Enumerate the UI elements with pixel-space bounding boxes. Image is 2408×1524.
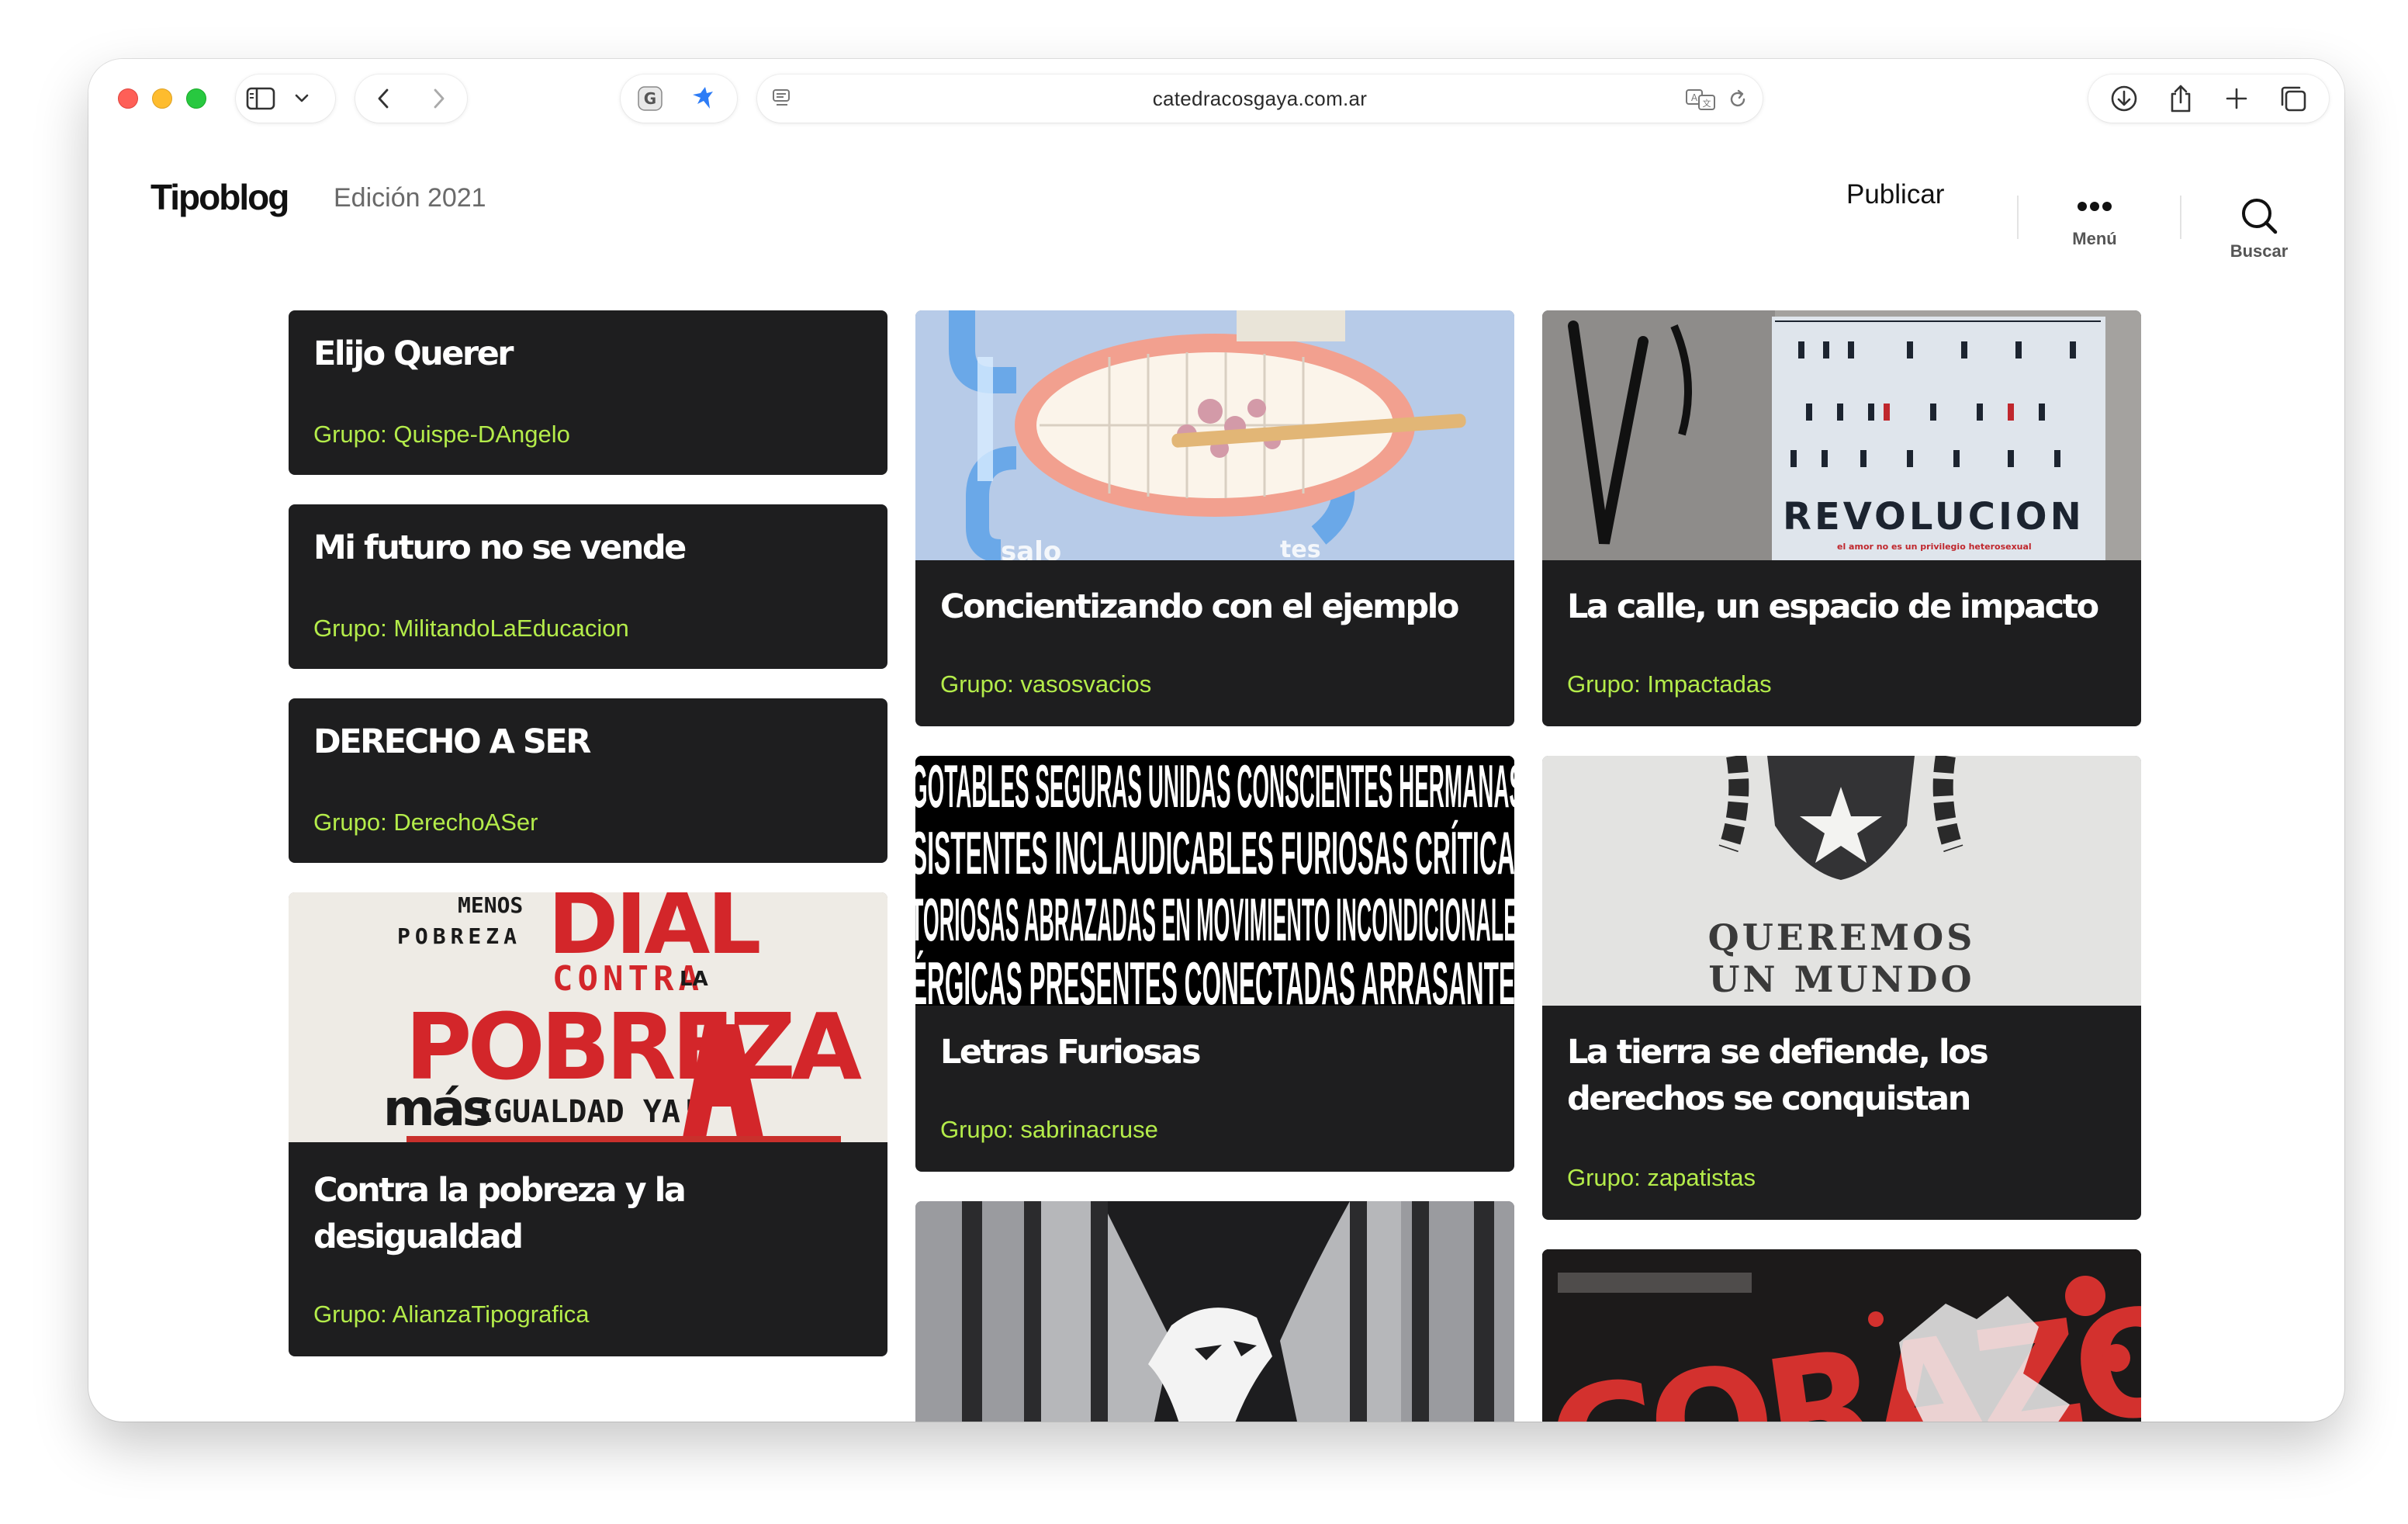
post-thumbnail-prison-bars[interactable] [915, 1201, 1514, 1422]
back-arrow-icon[interactable] [362, 77, 405, 120]
site-edition: Edición 2021 [334, 183, 486, 213]
reload-icon[interactable] [1727, 88, 1749, 114]
poster-text: GOTABLES SEGURAS UNIDAS CONSCIENTES HERM… [915, 756, 1514, 820]
svg-text:A: A [1691, 92, 1698, 103]
header-divider [2180, 196, 2181, 239]
post-title[interactable]: Elijo Querer [313, 331, 866, 377]
zoom-window-button[interactable] [186, 88, 206, 109]
post-thumbnail-furious-letters[interactable]: GOTABLES SEGURAS UNIDAS CONSCIENTES HERM… [915, 756, 1514, 1006]
post-group: Grupo: Quispe-DAngelo [313, 421, 570, 448]
post-thumbnail-teeth-illustration[interactable]: salo tes [915, 310, 1514, 560]
browser-window: G catedracosgaya.com.ar A文 Tipoblog Edic… [88, 59, 2344, 1422]
poster-text: IGUALDAD YA! [475, 1094, 699, 1130]
post-group: Grupo: Impactadas [1567, 670, 1772, 698]
poster-text: MENOS [458, 892, 523, 918]
svg-text:G: G [644, 89, 656, 108]
poster-text: REVOLUCION [1783, 495, 2085, 539]
svg-text:文: 文 [1703, 98, 1711, 109]
more-dots-icon [2048, 196, 2141, 221]
post-title[interactable]: Concientizando con el ejemplo [940, 584, 1493, 630]
post-card[interactable]: REVOLUCION el amor no es un privilegio h… [1542, 310, 2141, 726]
search-label: Buscar [2230, 241, 2289, 261]
minimize-window-button[interactable] [152, 88, 172, 109]
post-card[interactable]: Elijo Querer Grupo: Quispe-DAngelo [289, 310, 887, 475]
chevron-down-icon[interactable] [282, 77, 321, 120]
post-title[interactable]: Letras Furiosas [940, 1029, 1493, 1075]
downloads-icon[interactable] [2102, 77, 2146, 120]
post-card[interactable]: Mi futuro no se vende Grupo: MilitandoLa… [289, 504, 887, 669]
browser-toolbar: G catedracosgaya.com.ar A文 [88, 59, 2344, 137]
poster-text: LA [680, 968, 708, 991]
post-card[interactable]: DERECHO A SER Grupo: DerechoASer [289, 698, 887, 863]
sidebar-toggle-group [236, 74, 335, 123]
post-card[interactable]: CORAZONES [1542, 1249, 2141, 1422]
share-icon[interactable] [2159, 77, 2202, 120]
close-window-button[interactable] [118, 88, 138, 109]
forward-arrow-icon[interactable] [417, 77, 461, 120]
poster-text: ÉRGICAS PRESENTES CONECTADAS ARRASANTES [915, 949, 1514, 1006]
poster-text: TORIOSAS ABRAZADAS EN MOVIMIENTO INCONDI… [915, 885, 1514, 954]
post-title[interactable]: La calle, un espacio de impacto [1567, 584, 2119, 630]
tab-overview-icon[interactable] [2271, 77, 2315, 120]
post-group: Grupo: DerechoASer [313, 809, 538, 836]
post-thumbnail-hearts-poster[interactable]: CORAZONES [1542, 1249, 2141, 1422]
search-button[interactable]: Buscar [2213, 196, 2306, 262]
post-thumbnail-revolution-poster[interactable]: REVOLUCION el amor no es un privilegio h… [1542, 310, 2141, 560]
post-card[interactable]: QUEREMOS UN MUNDO La tierra se defiende,… [1542, 756, 2141, 1220]
grammarly-extension-icon[interactable]: G [628, 77, 672, 120]
post-card[interactable]: GOTABLES SEGURAS UNIDAS CONSCIENTES HERM… [915, 756, 1514, 1172]
svg-text:salo: salo [1001, 536, 1061, 560]
poster-text: SISTENTES INCLAUDICABLES FURIOSAS CRÍTIC… [915, 819, 1514, 887]
poster-text: UN MUNDO [1708, 958, 1974, 1000]
post-group: Grupo: zapatistas [1567, 1164, 1756, 1191]
post-card[interactable]: salo tes Concientizando con el ejemplo G… [915, 310, 1514, 726]
post-card[interactable] [915, 1201, 1514, 1422]
menu-button[interactable]: Menú [2048, 196, 2141, 249]
address-bar[interactable]: catedracosgaya.com.ar A文 [757, 74, 1763, 123]
search-icon [2213, 196, 2306, 240]
publish-link[interactable]: Publicar [1846, 175, 1944, 214]
history-nav-group [355, 74, 467, 123]
svg-text:tes: tes [1280, 536, 1321, 560]
post-thumbnail-poverty-poster[interactable]: MENOS POBREZA DIAL CONTRA LA POBREZA más… [289, 892, 887, 1142]
post-card[interactable]: MENOS POBREZA DIAL CONTRA LA POBREZA más… [289, 892, 887, 1356]
post-thumbnail-zapatista-stencil[interactable]: QUEREMOS UN MUNDO [1542, 756, 2141, 1006]
sidebar-icon[interactable] [239, 77, 282, 120]
post-group: Grupo: sabrinacruse [940, 1116, 1158, 1143]
post-group: Grupo: AlianzaTipografica [313, 1301, 590, 1328]
translate-icon[interactable]: A文 [1685, 88, 1716, 115]
post-title[interactable]: Contra la pobreza y la desigualdad [313, 1167, 866, 1260]
extensions-group: G [621, 74, 737, 123]
site-logo[interactable]: Tipoblog [150, 174, 289, 220]
post-title[interactable]: Mi futuro no se vende [313, 525, 866, 571]
poster-text: QUEREMOS [1708, 916, 1976, 958]
url-text: catedracosgaya.com.ar [1152, 87, 1368, 110]
new-tab-icon[interactable] [2215, 77, 2258, 120]
poster-text: POBREZA [397, 923, 521, 949]
poster-caption: el amor no es un privilegio heterosexual [1837, 542, 2032, 552]
post-group: Grupo: MilitandoLaEducacion [313, 615, 629, 642]
header-divider [2017, 196, 2019, 239]
bird-extension-icon[interactable] [681, 77, 725, 120]
menu-label: Menú [2072, 229, 2117, 248]
post-title[interactable]: DERECHO A SER [313, 719, 866, 765]
post-title[interactable]: La tierra se defiende, los derechos se c… [1567, 1029, 2119, 1122]
post-group: Grupo: vasosvacios [940, 670, 1152, 698]
browser-actions-group [2088, 74, 2329, 123]
